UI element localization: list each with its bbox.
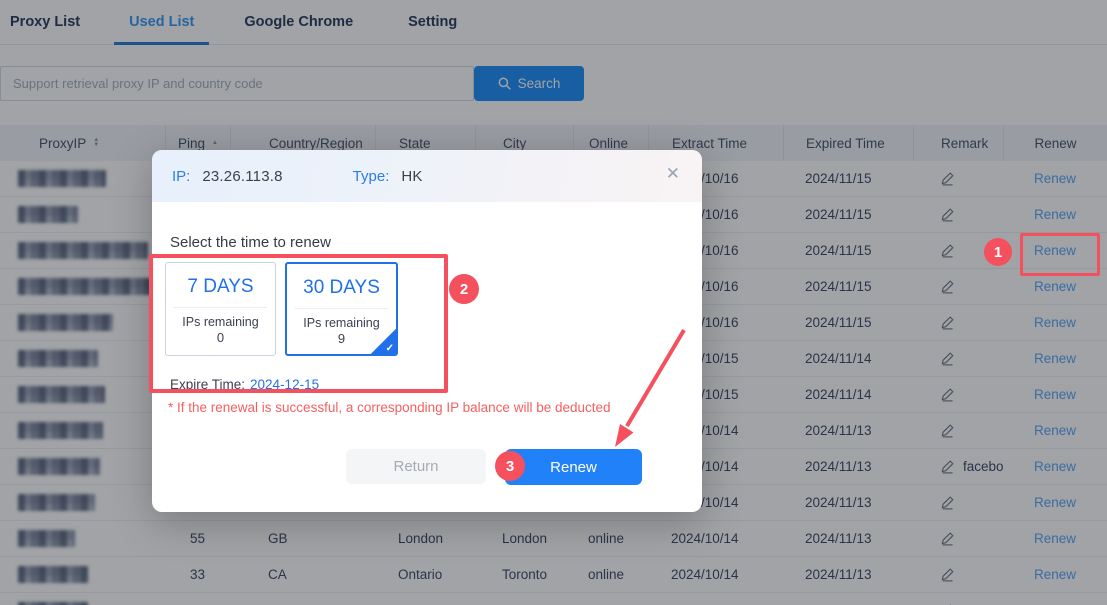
annotation-step-1-badge: 1 <box>984 238 1012 266</box>
ip-value: 23.26.113.8 <box>202 168 282 185</box>
select-time-label: Select the time to renew <box>170 234 331 251</box>
type-label: Type: <box>353 168 390 185</box>
renewal-note: * If the renewal is successful, a corres… <box>168 400 611 415</box>
type-value: HK <box>401 168 422 185</box>
ip-label: IP: <box>172 168 190 185</box>
annotation-step-2-badge: 2 <box>449 274 479 304</box>
annotation-box-step2 <box>149 254 448 393</box>
return-button[interactable]: Return <box>346 449 486 484</box>
annotation-arrow <box>600 322 700 457</box>
annotation-box-step1 <box>1020 233 1100 276</box>
dialog-header: IP: 23.26.113.8 Type: HK ✕ <box>152 150 702 202</box>
close-icon[interactable]: ✕ <box>666 165 680 182</box>
annotation-step-3-badge: 3 <box>495 451 525 481</box>
